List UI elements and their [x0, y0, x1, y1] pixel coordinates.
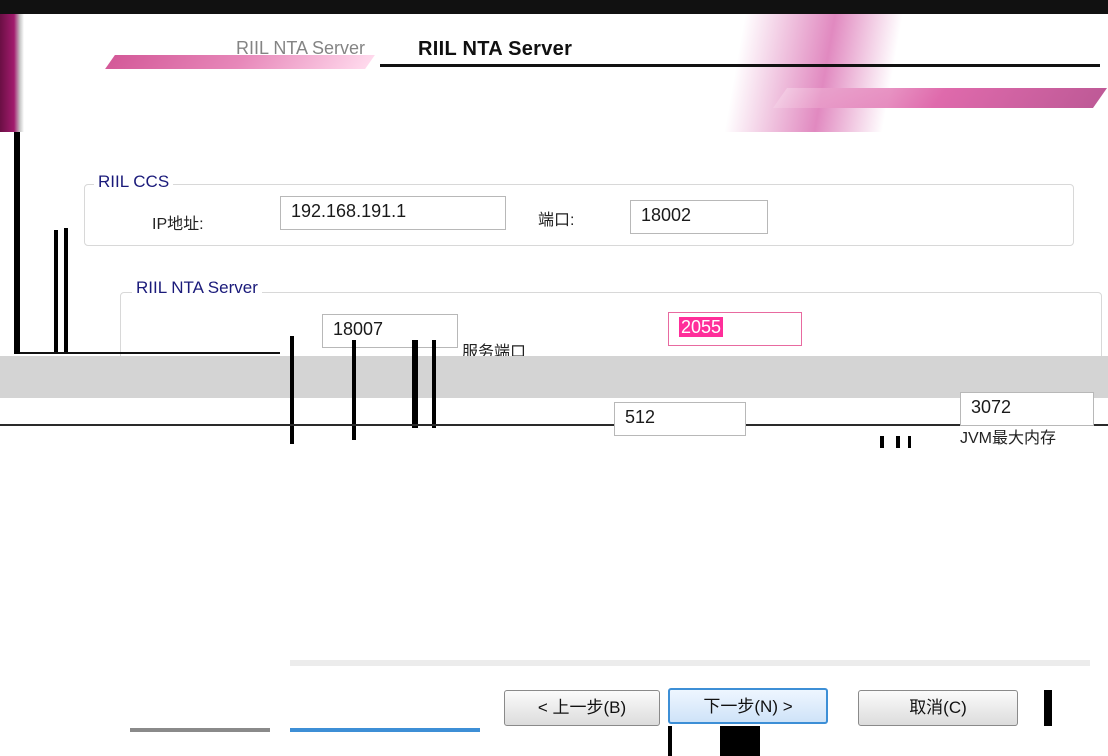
nta-group-legend: RIIL NTA Server	[132, 278, 262, 298]
back-button[interactable]: < 上一步(B)	[504, 690, 660, 726]
nta-memory-value: 512	[625, 407, 656, 427]
nta-group	[120, 292, 1102, 360]
artifact-line	[0, 424, 1108, 426]
cancel-button[interactable]: 取消(C)	[858, 690, 1018, 726]
page-title: RIIL NTA Server	[418, 38, 573, 60]
artifact-bar	[432, 340, 436, 428]
artifact-bar	[412, 340, 418, 428]
ccs-ip-label: IP地址:	[152, 216, 204, 233]
artifact-bar	[668, 726, 672, 756]
ccs-group-legend: RIIL CCS	[94, 172, 174, 192]
header-banner	[0, 14, 1108, 132]
nta-jvm-value: 3072	[971, 397, 1012, 417]
button-shadow	[290, 728, 480, 732]
header-divider	[380, 64, 1100, 67]
artifact-bar	[720, 726, 760, 756]
left-artifact-bar	[54, 230, 58, 354]
ccs-port-value: 18002	[641, 205, 692, 225]
left-artifact-bar	[14, 132, 20, 354]
artifact-line	[20, 352, 280, 354]
nta-memory-input[interactable]: 512	[614, 402, 746, 436]
nta-jvm-label: JVM最大内存	[960, 430, 1057, 447]
nta-collector-port-input[interactable]: 2055	[668, 312, 802, 346]
ccs-group	[84, 184, 1074, 246]
artifact-bar	[1044, 690, 1052, 726]
ccs-ip-input[interactable]: 192.168.191.1	[280, 196, 506, 230]
content-area-blank	[0, 448, 1108, 648]
window-title: RIIL NTA Server	[236, 38, 366, 58]
banner-decoration-right	[772, 88, 1108, 108]
ccs-ip-value: 192.168.191.1	[291, 201, 407, 221]
button-shadow	[130, 728, 270, 732]
nta-service-port-input[interactable]: 18007	[322, 314, 458, 348]
footer-band	[290, 660, 1090, 666]
ccs-port-input[interactable]: 18002	[630, 200, 768, 234]
artifact-bar	[290, 336, 294, 444]
window-top-border	[0, 0, 1108, 14]
ccs-port-label: 端口:	[538, 212, 575, 229]
nta-collector-port-value: 2055	[679, 317, 724, 337]
left-artifact-bar	[64, 228, 68, 354]
render-artifact-band	[0, 356, 1108, 398]
nta-jvm-input[interactable]: 3072	[960, 392, 1094, 426]
next-button[interactable]: 下一步(N) >	[668, 688, 828, 724]
nta-service-port-value: 18007	[333, 319, 384, 339]
